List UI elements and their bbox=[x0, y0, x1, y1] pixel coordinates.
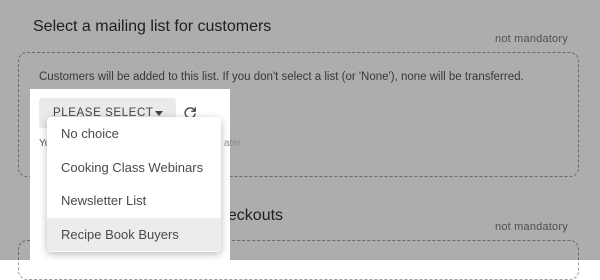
dropdown-option-cooking-class-webinars[interactable]: Cooking Class Webinars bbox=[47, 151, 221, 185]
dropdown-option-newsletter-list[interactable]: Newsletter List bbox=[47, 184, 221, 218]
page: Select a mailing list for customers not … bbox=[0, 0, 600, 280]
mailing-list-section-title: Select a mailing list for customers bbox=[33, 18, 272, 35]
mailing-list-description: Customers will be added to this list. If… bbox=[39, 71, 524, 83]
dropdown-option-recipe-book-buyers[interactable]: Recipe Book Buyers bbox=[47, 217, 221, 251]
dropdown-option-no-choice[interactable]: No choice bbox=[47, 117, 221, 151]
not-mandatory-label-2: not mandatory bbox=[495, 221, 568, 233]
hint-text-end: ater bbox=[224, 138, 242, 149]
not-mandatory-label: not mandatory bbox=[495, 33, 568, 45]
caret-down-icon[interactable] bbox=[155, 111, 163, 116]
mailing-list-dropdown: No choice Cooking Class Webinars Newslet… bbox=[47, 117, 221, 252]
